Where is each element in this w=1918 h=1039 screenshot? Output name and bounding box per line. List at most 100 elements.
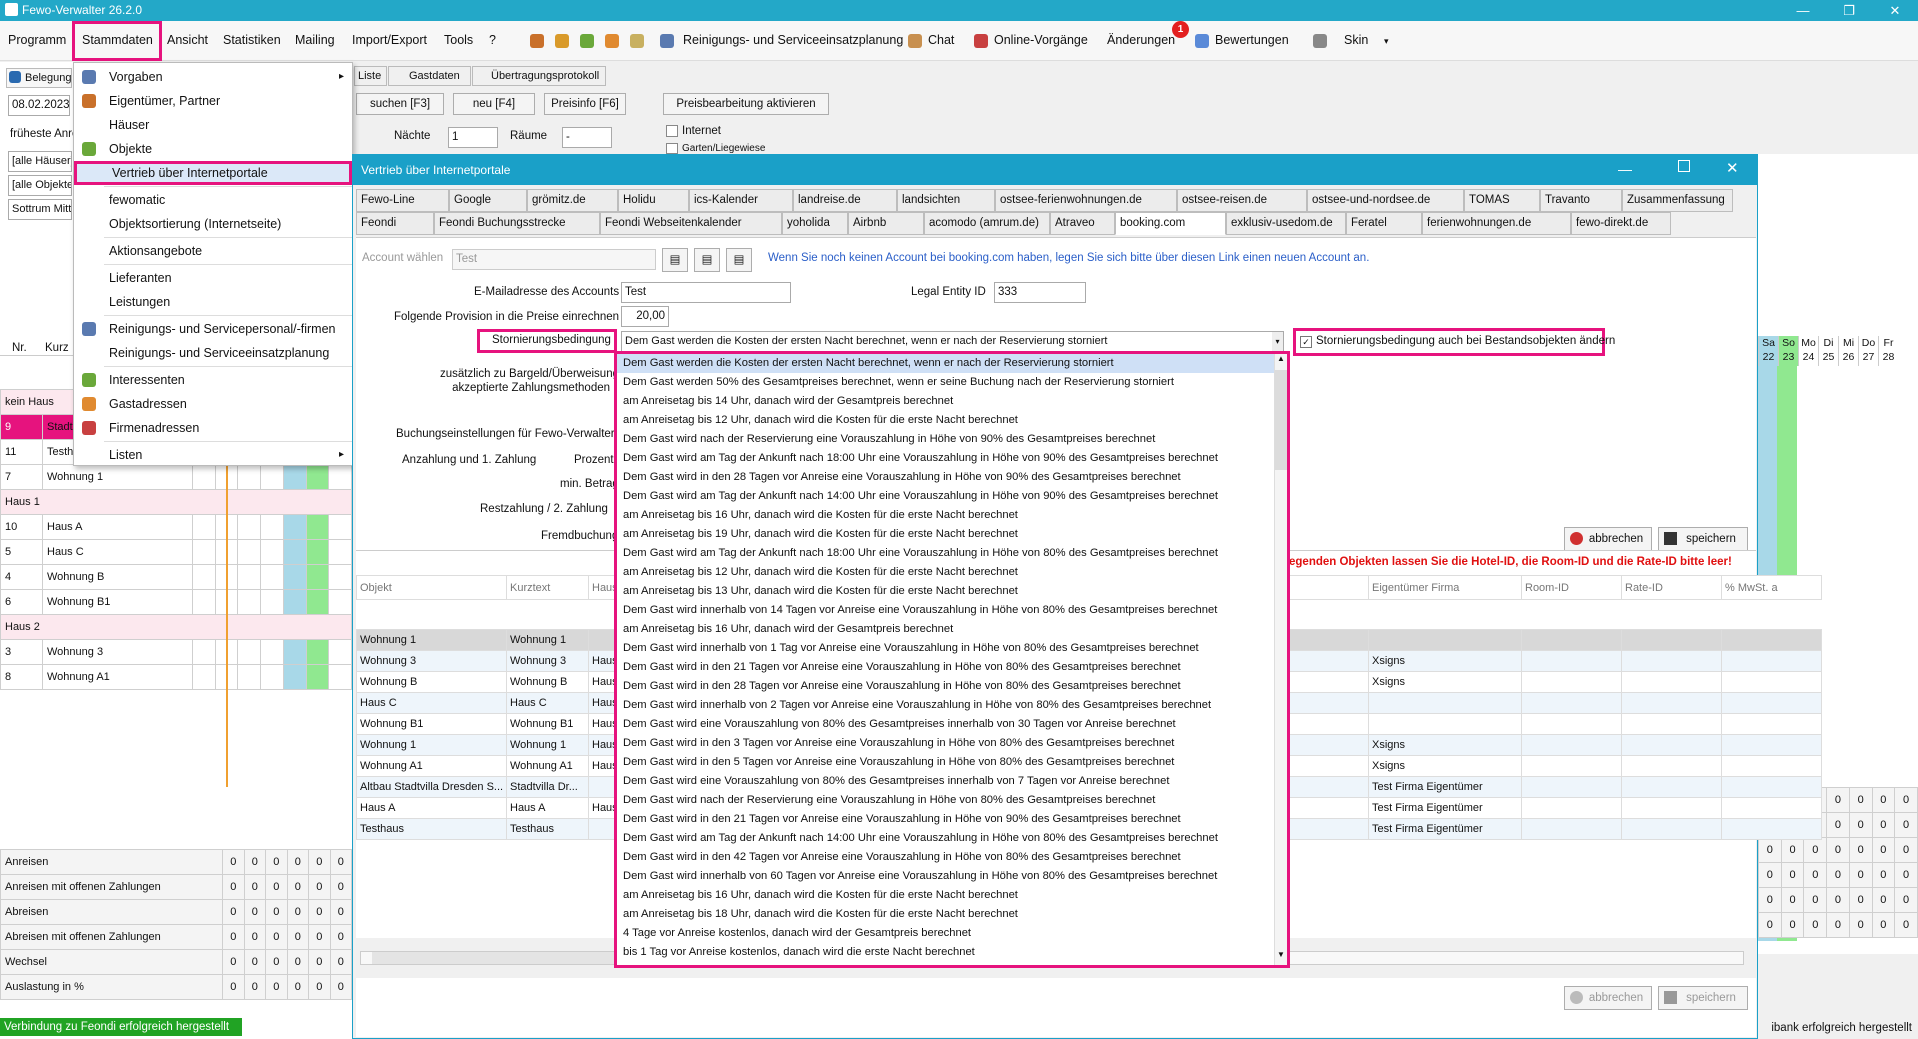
grid-cell[interactable] (328, 564, 352, 590)
table-header[interactable]: Kurztext (506, 575, 589, 600)
stammdaten-item-14[interactable]: Firmenadressen (74, 416, 352, 440)
menu-changes[interactable]: Änderungen (1107, 33, 1175, 47)
storno-option[interactable]: Dem Gast wird in den 42 Tagen vor Anreis… (617, 848, 1274, 867)
list-scrollbar-thumb[interactable] (1275, 370, 1287, 470)
table-header[interactable]: Rate-ID (1621, 575, 1722, 600)
grid-cell[interactable] (282, 639, 307, 665)
grid-row[interactable]: Haus 1 (0, 489, 352, 515)
scroll-down-icon[interactable]: ▼ (1275, 950, 1287, 964)
portal-tab[interactable]: ics-Kalender (689, 189, 793, 212)
new-button[interactable]: neu [F4] (453, 93, 535, 115)
grid-cell[interactable] (282, 539, 307, 565)
gear-icon[interactable] (1313, 34, 1327, 48)
minimize-button[interactable]: — (1780, 0, 1826, 21)
clipboard-icon[interactable] (630, 34, 644, 48)
close-window-button[interactable]: ✕ (1872, 0, 1918, 21)
portal-tab[interactable]: Travanto (1540, 189, 1622, 212)
grid-cell[interactable] (305, 564, 330, 590)
grid-cell[interactable] (282, 464, 307, 490)
grid-cell[interactable] (328, 514, 352, 540)
grid-cell[interactable] (260, 464, 284, 490)
grid-cell[interactable] (192, 514, 216, 540)
storno-option[interactable]: Dem Gast wird innerhalb von 2 Tagen vor … (617, 696, 1274, 715)
grid-cell[interactable] (237, 514, 262, 540)
rooms-select[interactable]: - (562, 127, 612, 148)
account-hint-link[interactable]: Wenn Sie noch keinen Account bei booking… (768, 252, 1369, 264)
portal-tab[interactable]: ostsee-ferienwohnungen.de (995, 189, 1177, 212)
storno-option[interactable]: am Anreisetag bis 16 Uhr, danach wird di… (617, 886, 1274, 905)
grid-cell[interactable] (237, 564, 262, 590)
provision-input[interactable]: 20,00 (621, 306, 669, 327)
grid-cell[interactable] (282, 514, 307, 540)
storno-option[interactable]: Dem Gast werden 50% des Gesamtpreises be… (617, 373, 1274, 392)
grid-cell[interactable] (305, 464, 330, 490)
storno-checkbox[interactable]: ✓ (1300, 336, 1312, 348)
storno-option[interactable]: Dem Gast wird innerhalb von 14 Tagen vor… (617, 601, 1274, 620)
stammdaten-item-7[interactable]: Aktionsangebote (74, 239, 352, 263)
portal-tab[interactable]: Atraveo (1050, 212, 1115, 235)
grid-cell[interactable] (328, 589, 352, 615)
grid-cell[interactable] (260, 664, 284, 690)
calendar-day[interactable]: Fr 28 (1878, 336, 1898, 366)
object-filter[interactable]: [alle Objekte] (8, 175, 72, 196)
menu-help[interactable]: ? (489, 33, 496, 47)
nights-input[interactable]: 1 (448, 127, 498, 148)
account-add-icon[interactable]: ▤ (694, 248, 720, 272)
restore-button[interactable]: ❐ (1826, 0, 1872, 21)
portal-tab[interactable]: ferienwohnungen.de (1422, 212, 1571, 235)
portal-tab[interactable]: Zusammenfassung (1622, 189, 1733, 212)
storno-option[interactable]: Dem Gast wird in den 28 Tagen vor Anreis… (617, 677, 1274, 696)
portal-tab[interactable]: Feondi Buchungsstrecke (434, 212, 600, 235)
portal-tab[interactable]: Feondi Webseitenkalender (600, 212, 782, 235)
storno-select[interactable]: Dem Gast werden die Kosten der ersten Na… (621, 331, 1284, 352)
guest-icon[interactable] (605, 34, 619, 48)
grid-cell[interactable] (192, 564, 216, 590)
storno-option[interactable]: Dem Gast wird am Tag der Ankunft nach 14… (617, 829, 1274, 848)
storno-option[interactable]: am Anreisetag bis 16 Uhr, danach wird di… (617, 506, 1274, 525)
grid-cell[interactable] (305, 664, 330, 690)
grid-cell[interactable] (260, 539, 284, 565)
grid-cell[interactable] (237, 464, 262, 490)
storno-option[interactable]: Dem Gast wird am Tag der Ankunft nach 18… (617, 544, 1274, 563)
menu-tools[interactable]: Tools (444, 33, 473, 47)
stammdaten-item-8[interactable]: Lieferanten (74, 266, 352, 290)
internet-checkbox[interactable] (666, 125, 678, 137)
dialog-minimize-icon[interactable]: — (1618, 161, 1632, 177)
legal-entity-input[interactable]: 333 (994, 282, 1086, 303)
menu-online-processes[interactable]: Online-Vorgänge (994, 33, 1088, 47)
storno-option[interactable]: Dem Gast wird in den 21 Tagen vor Anreis… (617, 658, 1274, 677)
grid-cell[interactable] (260, 564, 284, 590)
grid-cell[interactable] (328, 464, 352, 490)
email-input[interactable]: Test (621, 282, 791, 303)
grid-row[interactable]: 10 Haus A (0, 514, 352, 540)
grid-cell[interactable] (305, 514, 330, 540)
tab-protokoll[interactable]: Übertragungsprotokoll (472, 66, 606, 86)
portal-tab[interactable]: landsichten (897, 189, 995, 212)
storno-option[interactable]: am Anreisetag bis 13 Uhr, danach wird di… (617, 582, 1274, 601)
storno-option[interactable]: Dem Gast wird nach der Reservierung eine… (617, 791, 1274, 810)
portal-tab[interactable]: ostsee-und-nordsee.de (1307, 189, 1464, 212)
grid-cell[interactable] (260, 589, 284, 615)
portal-tab[interactable]: grömitz.de (527, 189, 618, 212)
storno-option[interactable]: Dem Gast wird eine Vorauszahlung von 80%… (617, 715, 1274, 734)
menu-import-export[interactable]: Import/Export (352, 33, 427, 47)
storno-option[interactable]: Dem Gast wird eine Vorauszahlung von 80%… (617, 772, 1274, 791)
menu-mailing[interactable]: Mailing (295, 33, 335, 47)
grid-cell[interactable] (305, 639, 330, 665)
grid-cell[interactable] (237, 589, 262, 615)
menu-statistiken[interactable]: Statistiken (223, 33, 281, 47)
storno-option[interactable]: Dem Gast wird innerhalb von 1 Tag vor An… (617, 639, 1274, 658)
storno-option[interactable]: bis 1 Tag vor Anreise kostenlos, danach … (617, 943, 1274, 962)
grid-cell[interactable] (237, 664, 262, 690)
storno-option[interactable]: Dem Gast wird in den 3 Tagen vor Anreise… (617, 734, 1274, 753)
portal-tab[interactable]: TOMAS (1464, 189, 1540, 212)
menu-cleaning-planning[interactable]: Reinigungs- und Serviceeinsatzplanung (683, 33, 903, 47)
stammdaten-item-5[interactable]: fewomatic (74, 188, 352, 212)
portal-tab[interactable]: Feratel (1346, 212, 1422, 235)
tab-gastdaten[interactable]: Gastdaten (388, 66, 471, 86)
table-header[interactable]: Eigentümer Firma (1368, 575, 1522, 600)
storno-option[interactable]: am Anreisetag bis 16 Uhr, danach wird de… (617, 620, 1274, 639)
portal-tab[interactable]: Feondi (356, 212, 434, 235)
menu-ansicht[interactable]: Ansicht (167, 33, 208, 47)
stammdaten-item-9[interactable]: Leistungen (74, 290, 352, 314)
